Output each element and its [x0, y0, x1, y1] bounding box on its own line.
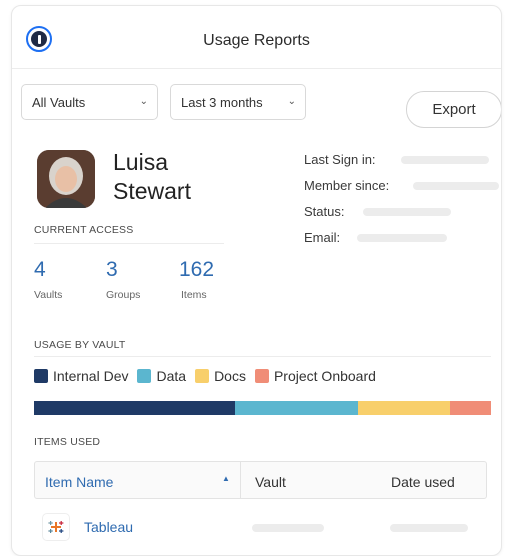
groups-label: Groups	[106, 289, 141, 301]
tableau-icon	[42, 513, 70, 541]
vaults-label: Vaults	[34, 289, 63, 301]
chevron-down-icon: ⌄	[139, 96, 148, 107]
items-label: Items	[181, 289, 207, 301]
legend-label: Docs	[214, 368, 246, 384]
legend-label: Project Onboard	[273, 368, 376, 384]
legend-label: Internal Dev	[53, 368, 129, 384]
usage-bar-segment-data	[235, 401, 359, 415]
member-since-label: Member since:	[304, 178, 390, 193]
items-used-heading: ITEMS USED	[34, 436, 101, 448]
vaults-count: 4	[34, 258, 46, 281]
status-label: Status:	[304, 204, 345, 219]
legend-swatch	[254, 369, 269, 383]
legend-item-data: Data	[137, 368, 186, 384]
status-value	[363, 208, 451, 216]
legend-swatch	[34, 369, 48, 383]
email-value	[357, 234, 447, 242]
usage-by-vault-bar	[34, 401, 491, 415]
vault-filter-value: All Vaults	[32, 95, 86, 110]
vault-cell-placeholder	[252, 524, 324, 532]
usage-reports-panel: Usage Reports All Vaults ⌄ Last 3 months…	[11, 5, 502, 556]
usage-bar-segment-project-onboard	[449, 401, 491, 415]
avatar	[37, 150, 95, 208]
last-sign-in-label: Last Sign in:	[304, 152, 376, 167]
period-filter-value: Last 3 months	[181, 95, 263, 110]
vault-filter-dropdown[interactable]: All Vaults ⌄	[21, 84, 158, 120]
sort-ascending-icon[interactable]: ▲	[222, 474, 230, 483]
usage-bar-segment-docs	[358, 401, 450, 415]
divider	[34, 356, 491, 357]
legend-item-project-onboard: Project Onboard	[254, 368, 376, 384]
vault-legend: Internal Dev Data Docs Project Onboard	[34, 368, 385, 384]
item-link-tableau[interactable]: Tableau	[84, 519, 133, 535]
user-last-name: Stewart	[113, 178, 191, 204]
usage-bar-segment-internal-dev	[34, 401, 236, 415]
column-header-item-name[interactable]: Item Name	[45, 474, 113, 490]
legend-label: Data	[156, 368, 187, 384]
legend-item-internal-dev: Internal Dev	[34, 368, 128, 384]
legend-item-docs: Docs	[195, 368, 246, 384]
period-filter-dropdown[interactable]: Last 3 months ⌄	[170, 84, 306, 120]
divider	[34, 243, 224, 244]
user-first-name: Luisa	[113, 149, 168, 175]
date-used-cell-placeholder	[390, 524, 468, 532]
export-button[interactable]: Export	[406, 91, 501, 128]
user-full-name: Luisa Stewart	[113, 148, 191, 206]
column-divider	[240, 462, 241, 498]
legend-swatch	[195, 369, 210, 383]
member-since-value	[413, 182, 499, 190]
page-title: Usage Reports	[203, 32, 310, 49]
email-label: Email:	[304, 230, 341, 245]
column-header-date-used[interactable]: Date used	[391, 474, 455, 490]
last-sign-in-value	[401, 156, 489, 164]
chevron-down-icon: ⌄	[287, 96, 296, 107]
legend-swatch	[137, 369, 152, 383]
column-header-vault[interactable]: Vault	[255, 474, 286, 490]
groups-count: 3	[106, 258, 118, 281]
items-count: 162	[179, 258, 215, 281]
current-access-heading: CURRENT ACCESS	[34, 224, 134, 236]
items-table-header: Item Name ▲ Vault Date used	[34, 461, 487, 499]
header: Usage Reports	[12, 6, 501, 69]
usage-by-vault-heading: USAGE BY VAULT	[34, 339, 126, 351]
